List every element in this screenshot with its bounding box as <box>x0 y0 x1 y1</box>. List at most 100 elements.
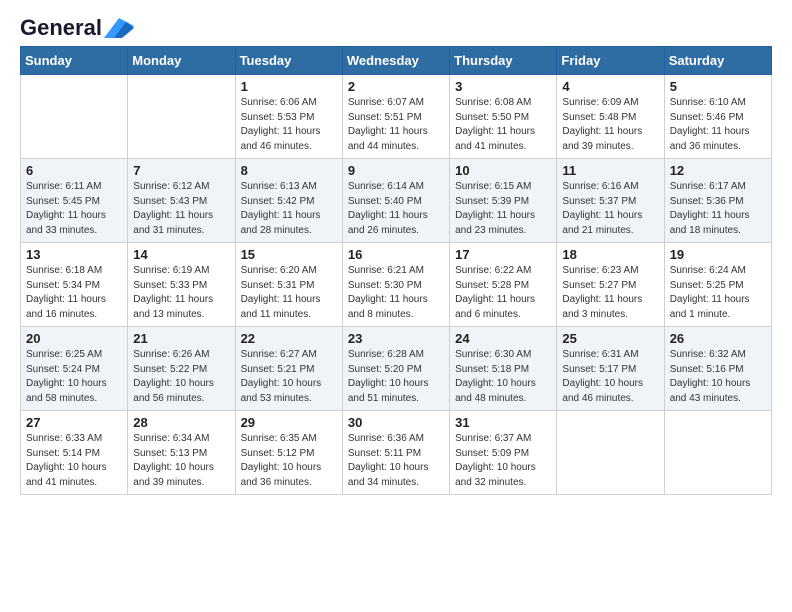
day-cell: 8 Sunrise: 6:13 AMSunset: 5:42 PMDaylight… <box>235 159 342 243</box>
day-cell: 3Sunrise: 6:08 AMSunset: 5:50 PMDaylight… <box>450 75 557 159</box>
day-number: 29 <box>241 415 337 430</box>
calendar-header-row: SundayMondayTuesdayWednesdayThursdayFrid… <box>21 47 772 75</box>
day-info: Sunrise: 6:13 AMSunset: 5:42 PMDaylight:… <box>241 180 337 238</box>
day-number: 12 <box>670 163 766 178</box>
day-cell: 16Sunrise: 6:21 AMSunset: 5:30 PMDayligh… <box>342 243 449 327</box>
day-number: 30 <box>348 415 444 430</box>
day-cell: 27Sunrise: 6:33 AMSunset: 5:14 PMDayligh… <box>21 411 128 495</box>
day-cell: 10 Sunrise: 6:15 AMSunset: 5:39 PMDayligh… <box>450 159 557 243</box>
day-info: Sunrise: 6:15 AMSunset: 5:39 PMDaylight:… <box>455 180 551 238</box>
day-info: Sunrise: 6:30 AMSunset: 5:18 PMDaylight:… <box>455 348 551 406</box>
day-cell: 7 Sunrise: 6:12 AMSunset: 5:43 PMDaylight… <box>128 159 235 243</box>
header-sunday: Sunday <box>21 47 128 75</box>
week-row-4: 27Sunrise: 6:33 AMSunset: 5:14 PMDayligh… <box>21 411 772 495</box>
logo-text: General <box>20 16 102 40</box>
day-number: 1 <box>241 79 337 94</box>
day-cell <box>557 411 664 495</box>
day-number: 19 <box>670 247 766 262</box>
day-info: Sunrise: 6:21 AMSunset: 5:30 PMDaylight:… <box>348 264 444 322</box>
day-info: Sunrise: 6:37 AMSunset: 5:09 PMDaylight:… <box>455 432 551 490</box>
day-info: Sunrise: 6:10 AMSunset: 5:46 PMDaylight:… <box>670 96 766 154</box>
day-number: 5 <box>670 79 766 94</box>
day-number: 26 <box>670 331 766 346</box>
day-cell: 19 Sunrise: 6:24 AMSunset: 5:25 PMDayligh… <box>664 243 771 327</box>
page-header: General <box>20 16 772 36</box>
week-row-0: 1 Sunrise: 6:06 AMSunset: 5:53 PMDaylight… <box>21 75 772 159</box>
day-number: 27 <box>26 415 122 430</box>
header-monday: Monday <box>128 47 235 75</box>
day-number: 13 <box>26 247 122 262</box>
day-cell: 25 Sunrise: 6:31 AMSunset: 5:17 PMDayligh… <box>557 327 664 411</box>
day-number: 7 <box>133 163 229 178</box>
week-row-2: 13 Sunrise: 6:18 AMSunset: 5:34 PMDayligh… <box>21 243 772 327</box>
day-cell: 20 Sunrise: 6:25 AMSunset: 5:24 PMDayligh… <box>21 327 128 411</box>
day-cell: 26 Sunrise: 6:32 AMSunset: 5:16 PMDayligh… <box>664 327 771 411</box>
day-number: 28 <box>133 415 229 430</box>
day-info: Sunrise: 6:06 AMSunset: 5:53 PMDaylight:… <box>241 96 337 154</box>
day-cell: 5 Sunrise: 6:10 AMSunset: 5:46 PMDaylight… <box>664 75 771 159</box>
day-number: 17 <box>455 247 551 262</box>
day-cell: 30 Sunrise: 6:36 AMSunset: 5:11 PMDayligh… <box>342 411 449 495</box>
day-cell: 18Sunrise: 6:23 AMSunset: 5:27 PMDayligh… <box>557 243 664 327</box>
calendar-table: SundayMondayTuesdayWednesdayThursdayFrid… <box>20 46 772 495</box>
day-cell: 1 Sunrise: 6:06 AMSunset: 5:53 PMDaylight… <box>235 75 342 159</box>
day-number: 9 <box>348 163 444 178</box>
day-cell: 12 Sunrise: 6:17 AMSunset: 5:36 PMDayligh… <box>664 159 771 243</box>
day-cell: 21 Sunrise: 6:26 AMSunset: 5:22 PMDayligh… <box>128 327 235 411</box>
day-cell: 24Sunrise: 6:30 AMSunset: 5:18 PMDayligh… <box>450 327 557 411</box>
day-info: Sunrise: 6:23 AMSunset: 5:27 PMDaylight:… <box>562 264 658 322</box>
day-number: 21 <box>133 331 229 346</box>
header-thursday: Thursday <box>450 47 557 75</box>
day-number: 4 <box>562 79 658 94</box>
day-info: Sunrise: 6:20 AMSunset: 5:31 PMDaylight:… <box>241 264 337 322</box>
day-cell: 13 Sunrise: 6:18 AMSunset: 5:34 PMDayligh… <box>21 243 128 327</box>
day-number: 2 <box>348 79 444 94</box>
day-info: Sunrise: 6:28 AMSunset: 5:20 PMDaylight:… <box>348 348 444 406</box>
day-info: Sunrise: 6:16 AMSunset: 5:37 PMDaylight:… <box>562 180 658 238</box>
logo: General <box>20 16 134 36</box>
day-info: Sunrise: 6:07 AMSunset: 5:51 PMDaylight:… <box>348 96 444 154</box>
day-cell: 9Sunrise: 6:14 AMSunset: 5:40 PMDaylight… <box>342 159 449 243</box>
day-info: Sunrise: 6:32 AMSunset: 5:16 PMDaylight:… <box>670 348 766 406</box>
day-number: 6 <box>26 163 122 178</box>
week-row-1: 6 Sunrise: 6:11 AMSunset: 5:45 PMDaylight… <box>21 159 772 243</box>
day-cell: 15Sunrise: 6:20 AMSunset: 5:31 PMDayligh… <box>235 243 342 327</box>
header-wednesday: Wednesday <box>342 47 449 75</box>
day-cell <box>21 75 128 159</box>
day-cell: 4 Sunrise: 6:09 AMSunset: 5:48 PMDaylight… <box>557 75 664 159</box>
header-saturday: Saturday <box>664 47 771 75</box>
day-cell: 2 Sunrise: 6:07 AMSunset: 5:51 PMDaylight… <box>342 75 449 159</box>
day-info: Sunrise: 6:31 AMSunset: 5:17 PMDaylight:… <box>562 348 658 406</box>
day-number: 25 <box>562 331 658 346</box>
day-number: 8 <box>241 163 337 178</box>
day-number: 20 <box>26 331 122 346</box>
day-info: Sunrise: 6:17 AMSunset: 5:36 PMDaylight:… <box>670 180 766 238</box>
day-cell: 14 Sunrise: 6:19 AMSunset: 5:33 PMDayligh… <box>128 243 235 327</box>
day-number: 22 <box>241 331 337 346</box>
day-info: Sunrise: 6:09 AMSunset: 5:48 PMDaylight:… <box>562 96 658 154</box>
day-info: Sunrise: 6:26 AMSunset: 5:22 PMDaylight:… <box>133 348 229 406</box>
day-info: Sunrise: 6:25 AMSunset: 5:24 PMDaylight:… <box>26 348 122 406</box>
day-number: 11 <box>562 163 658 178</box>
day-number: 3 <box>455 79 551 94</box>
day-info: Sunrise: 6:27 AMSunset: 5:21 PMDaylight:… <box>241 348 337 406</box>
day-info: Sunrise: 6:24 AMSunset: 5:25 PMDaylight:… <box>670 264 766 322</box>
header-friday: Friday <box>557 47 664 75</box>
day-info: Sunrise: 6:35 AMSunset: 5:12 PMDaylight:… <box>241 432 337 490</box>
day-cell: 23Sunrise: 6:28 AMSunset: 5:20 PMDayligh… <box>342 327 449 411</box>
day-info: Sunrise: 6:36 AMSunset: 5:11 PMDaylight:… <box>348 432 444 490</box>
day-cell: 11 Sunrise: 6:16 AMSunset: 5:37 PMDayligh… <box>557 159 664 243</box>
day-cell <box>664 411 771 495</box>
day-info: Sunrise: 6:11 AMSunset: 5:45 PMDaylight:… <box>26 180 122 238</box>
day-cell: 29 Sunrise: 6:35 AMSunset: 5:12 PMDayligh… <box>235 411 342 495</box>
day-info: Sunrise: 6:22 AMSunset: 5:28 PMDaylight:… <box>455 264 551 322</box>
day-number: 14 <box>133 247 229 262</box>
day-cell: 6 Sunrise: 6:11 AMSunset: 5:45 PMDaylight… <box>21 159 128 243</box>
logo-icon <box>104 18 134 38</box>
week-row-3: 20 Sunrise: 6:25 AMSunset: 5:24 PMDayligh… <box>21 327 772 411</box>
day-cell: 31Sunrise: 6:37 AMSunset: 5:09 PMDayligh… <box>450 411 557 495</box>
day-info: Sunrise: 6:12 AMSunset: 5:43 PMDaylight:… <box>133 180 229 238</box>
day-number: 10 <box>455 163 551 178</box>
day-info: Sunrise: 6:18 AMSunset: 5:34 PMDaylight:… <box>26 264 122 322</box>
day-info: Sunrise: 6:19 AMSunset: 5:33 PMDaylight:… <box>133 264 229 322</box>
